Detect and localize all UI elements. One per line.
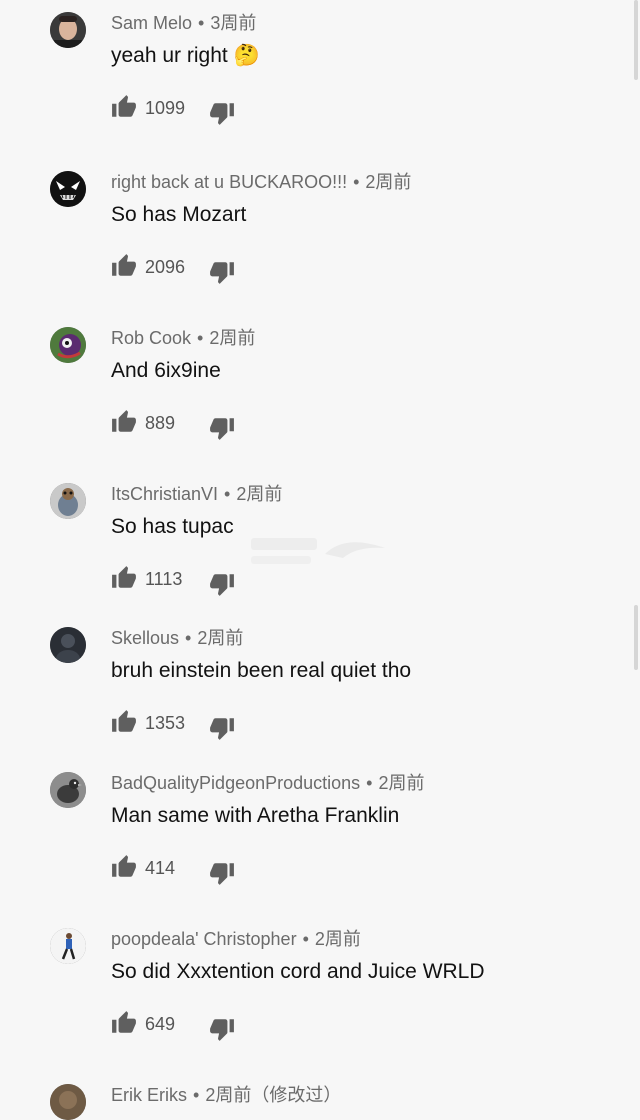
like-count: 2096 [145, 257, 186, 277]
comment-actions: 1099 [111, 94, 251, 126]
comment-actions: 1113 [111, 565, 251, 597]
comment-author[interactable]: poopdeala' Christopher [111, 929, 297, 949]
thumbs-down-icon [210, 103, 234, 125]
scrollbar-thumb[interactable] [634, 605, 638, 670]
comment-text: And 6ix9ine [111, 359, 221, 382]
comment-time: 2周前 [197, 628, 244, 648]
comment-time: 2周前 [209, 328, 256, 348]
comment-text: So has tupac [111, 515, 234, 538]
like-button[interactable] [111, 1010, 137, 1036]
comment-meta: BadQualityPidgeonProductions • 2周前 [111, 773, 425, 793]
comment-meta: Sam Melo • 3周前 [111, 13, 257, 33]
like-button[interactable] [111, 565, 137, 591]
comment-actions: 1353 [111, 709, 251, 741]
comment-text: bruh einstein been real quiet tho [111, 659, 412, 682]
dislike-button[interactable] [209, 715, 235, 741]
dislike-button[interactable] [209, 259, 235, 285]
comment-author[interactable]: ItsChristianVI [111, 484, 218, 504]
thumbs-up-icon [112, 95, 136, 117]
comment-meta: Erik Eriks • 2周前（修改过） [111, 1085, 342, 1105]
thumbs-down-icon [210, 418, 234, 440]
thumbs-down-icon [210, 863, 234, 885]
comment-author[interactable]: Rob Cook [111, 328, 191, 348]
comment-meta: Skellous • 2周前 [111, 628, 244, 648]
thumbs-up-icon [112, 254, 136, 276]
thumbs-down-icon [210, 262, 234, 284]
comment-text: yeah ur right 🤔 [111, 44, 260, 67]
dislike-button[interactable] [209, 860, 235, 886]
comment-meta: Rob Cook • 2周前 [111, 328, 256, 348]
comment-time: 2周前 [378, 773, 425, 793]
comment-author[interactable]: Sam Melo [111, 13, 192, 33]
cartoon-bird-avatar-icon [50, 483, 86, 519]
user-avatar[interactable] [50, 12, 86, 48]
comment-author[interactable]: right back at u BUCKAROO!!! [111, 172, 347, 192]
like-button[interactable] [111, 94, 137, 120]
like-button[interactable] [111, 409, 137, 435]
comment-time: 2周前 [365, 172, 412, 192]
comment-actions: 889 [111, 409, 251, 441]
like-count: 1113 [145, 569, 183, 589]
thumbs-up-icon [112, 410, 136, 432]
thumbs-up-icon [112, 855, 136, 877]
comment-actions: 649 [111, 1010, 251, 1042]
running-person-avatar-icon [50, 928, 86, 964]
comment-author[interactable]: Erik Eriks [111, 1085, 187, 1105]
like-count: 649 [145, 1014, 176, 1034]
user-avatar[interactable] [50, 928, 86, 964]
like-button[interactable] [111, 854, 137, 880]
like-button[interactable] [111, 253, 137, 279]
thumbs-up-icon [112, 710, 136, 732]
comment-text: So has Mozart [111, 203, 247, 226]
thumbs-down-icon [210, 574, 234, 596]
like-button[interactable] [111, 709, 137, 735]
scrollbar-thumb[interactable] [634, 0, 638, 80]
venom-avatar-icon [50, 171, 86, 207]
comment-author[interactable]: BadQualityPidgeonProductions [111, 773, 360, 793]
like-count: 414 [145, 858, 176, 878]
user-avatar[interactable] [50, 327, 86, 363]
comment-meta: right back at u BUCKAROO!!! • 2周前 [111, 172, 412, 192]
comment-actions: 414 [111, 854, 251, 886]
elon-face-avatar-icon [50, 12, 86, 48]
dislike-button[interactable] [209, 415, 235, 441]
thumbs-down-icon [210, 718, 234, 740]
user-avatar[interactable] [50, 171, 86, 207]
pigeon-avatar-icon [50, 772, 86, 808]
thumbs-up-icon [112, 1011, 136, 1033]
user-avatar[interactable] [50, 627, 86, 663]
dark-figure-avatar-icon [50, 627, 86, 663]
comment-text: Man same with Aretha Franklin [111, 804, 400, 827]
comment-time: 2周前 [236, 484, 283, 504]
comment-text: So did Xxxtention cord and Juice WRLD [111, 960, 485, 983]
comment-time: 2周前 [314, 929, 361, 949]
comment-time: 2周前（修改过） [205, 1085, 342, 1105]
comment-meta: ItsChristianVI • 2周前 [111, 484, 283, 504]
watermark-logo [245, 528, 395, 574]
comment-actions: 2096 [111, 253, 251, 285]
watermark-bird-icon [251, 538, 385, 564]
like-count: 889 [145, 413, 176, 433]
comment-author[interactable]: Skellous [111, 628, 179, 648]
user-avatar[interactable] [50, 483, 86, 519]
comment-meta: poopdeala' Christopher • 2周前 [111, 929, 361, 949]
comment-time: 3周前 [210, 13, 257, 33]
like-count: 1099 [145, 98, 186, 118]
dislike-button[interactable] [209, 571, 235, 597]
dislike-button[interactable] [209, 1016, 235, 1042]
thumbs-up-icon [112, 566, 136, 588]
brown-avatar-icon [50, 1084, 86, 1120]
thumbs-down-icon [210, 1019, 234, 1041]
like-count: 1353 [145, 713, 186, 733]
colorful-character-avatar-icon [50, 327, 86, 363]
user-avatar[interactable] [50, 1084, 86, 1120]
user-avatar[interactable] [50, 772, 86, 808]
dislike-button[interactable] [209, 100, 235, 126]
